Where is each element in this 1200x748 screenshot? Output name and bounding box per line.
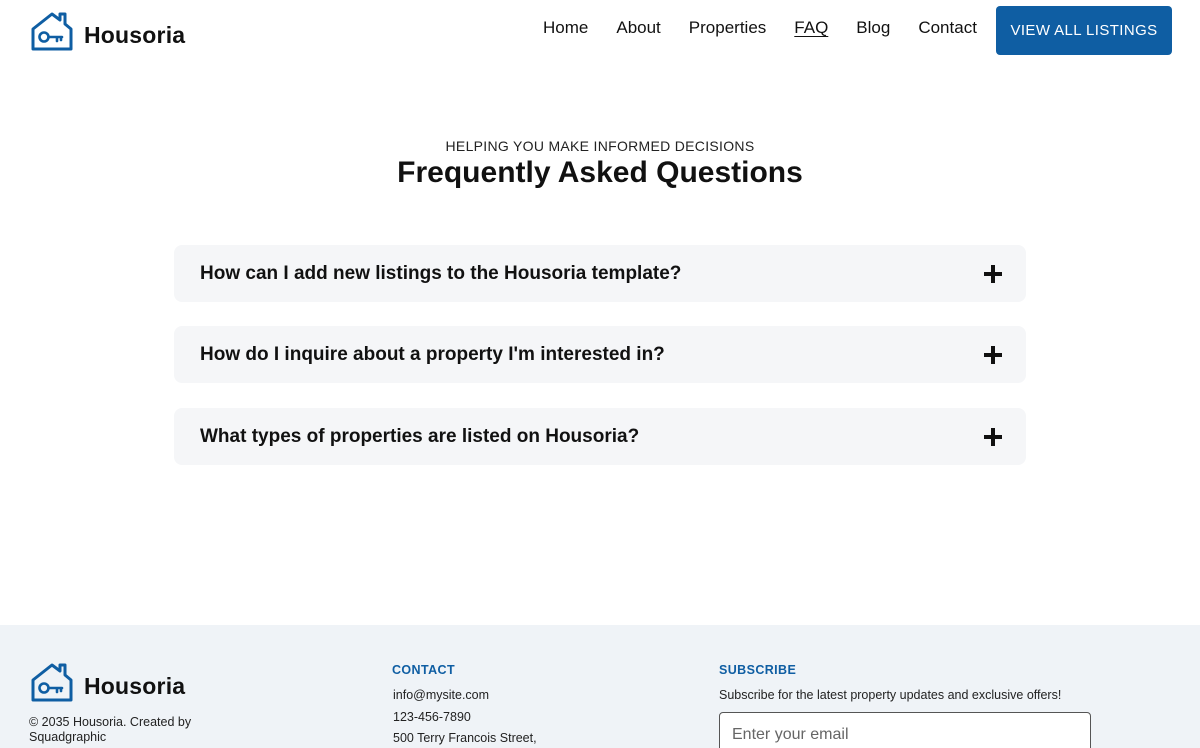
house-key-logo-icon	[31, 12, 73, 51]
nav-about[interactable]: About	[616, 18, 660, 38]
plus-icon[interactable]	[984, 427, 1002, 446]
site-footer: Housoria © 2035 Housoria. Created by Squ…	[0, 625, 1200, 748]
footer-brand-name: Housoria	[84, 672, 186, 699]
nav-contact[interactable]: Contact	[918, 18, 977, 38]
footer-brand[interactable]: Housoria	[30, 661, 185, 703]
contact-email-link[interactable]: info@mysite.com	[393, 688, 489, 702]
brand-logo-link[interactable]: Housoria	[30, 10, 185, 52]
faq-item[interactable]: How can I add new listings to the Housor…	[174, 245, 1026, 302]
page-title: Frequently Asked Questions	[397, 156, 803, 189]
footer-copyright: © 2035 Housoria. Created by Squadgraphic	[29, 715, 192, 744]
house-key-logo-icon	[31, 663, 73, 702]
faq-item[interactable]: What types of properties are listed on H…	[174, 408, 1026, 465]
brand-name: Housoria	[84, 21, 186, 48]
contact-address: 500 Terry Francois Street,	[393, 731, 537, 745]
section-eyebrow: HELPING YOU MAKE INFORMED DECISIONS	[445, 138, 755, 154]
faq-question: What types of properties are listed on H…	[200, 425, 640, 447]
subscribe-heading: SUBSCRIBE	[719, 663, 797, 677]
faq-question: How do I inquire about a property I'm in…	[200, 343, 665, 365]
faq-item[interactable]: How do I inquire about a property I'm in…	[174, 326, 1026, 383]
nav-faq[interactable]: FAQ	[794, 18, 828, 38]
contact-heading: CONTACT	[392, 663, 455, 677]
subscribe-text: Subscribe for the latest property update…	[719, 688, 1062, 702]
view-all-listings-button[interactable]: VIEW ALL LISTINGS	[996, 6, 1172, 55]
plus-icon[interactable]	[984, 345, 1002, 364]
contact-phone: 123-456-7890	[393, 710, 471, 724]
plus-icon[interactable]	[984, 264, 1002, 283]
email-input[interactable]	[719, 712, 1091, 748]
faq-question: How can I add new listings to the Housor…	[200, 262, 682, 284]
nav-blog[interactable]: Blog	[856, 18, 890, 38]
site-header: Housoria Home About Properties FAQ Blog …	[0, 0, 1200, 70]
nav-home[interactable]: Home	[543, 18, 588, 38]
main-nav: Home About Properties FAQ Blog Contact	[543, 18, 977, 38]
nav-properties[interactable]: Properties	[689, 18, 766, 38]
